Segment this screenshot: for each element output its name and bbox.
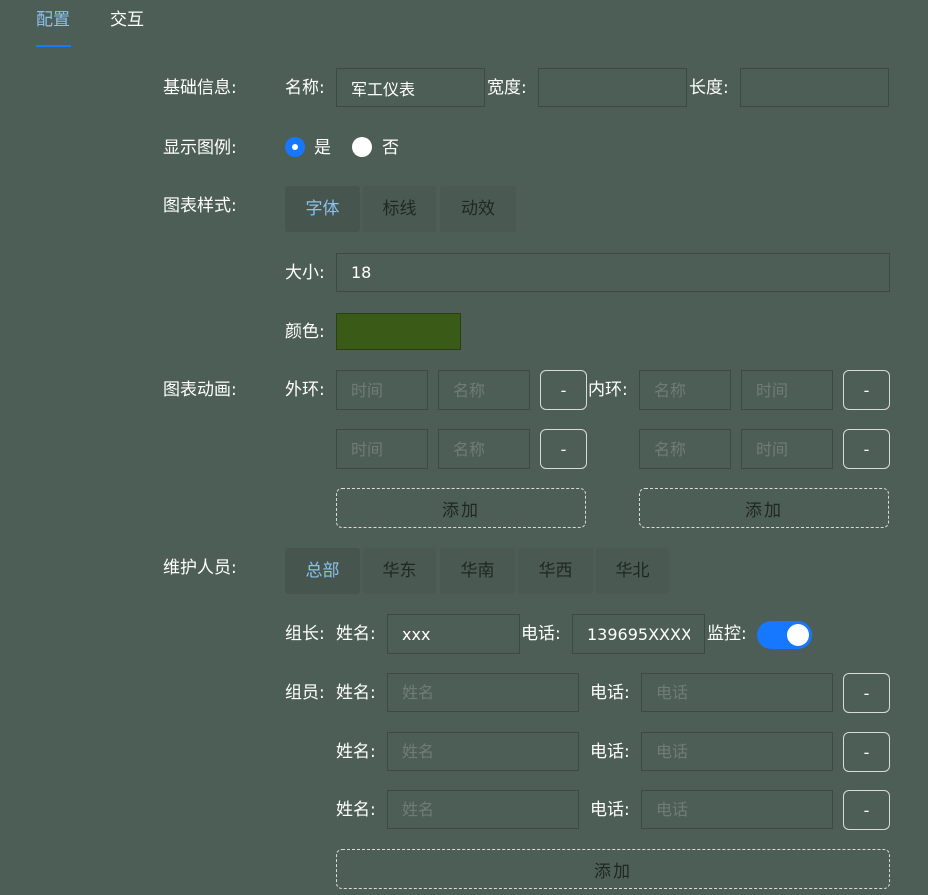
member-name-label: 姓名:	[336, 800, 376, 820]
outer-ring-label: 外环:	[285, 380, 325, 400]
inner-name-input[interactable]	[639, 370, 731, 410]
legend-no-label: 否	[382, 138, 399, 158]
inner-name-input[interactable]	[639, 429, 731, 469]
outer-remove-button[interactable]: -	[540, 429, 587, 469]
inner-remove-button[interactable]: -	[843, 429, 890, 469]
active-tab-indicator	[36, 45, 71, 47]
length-label: 长度:	[689, 78, 729, 98]
region-tab-south[interactable]: 华南	[440, 548, 515, 594]
member-name-label: 姓名:	[336, 683, 376, 703]
toggle-knob	[787, 624, 809, 646]
style-tab-effect[interactable]: 动效	[440, 186, 516, 232]
style-tab-markline[interactable]: 标线	[363, 186, 436, 232]
size-label: 大小:	[285, 263, 325, 283]
leader-label: 组长:	[285, 624, 325, 644]
legend-yes-radio[interactable]	[285, 137, 305, 157]
monitor-label: 监控:	[707, 624, 747, 644]
member-phone-label: 电话:	[590, 800, 630, 820]
leader-name-label: 姓名:	[336, 624, 376, 644]
leader-name-input[interactable]	[387, 614, 520, 654]
region-tab-east[interactable]: 华东	[363, 548, 436, 594]
monitor-toggle[interactable]	[757, 621, 812, 649]
leader-phone-label: 电话:	[521, 624, 561, 644]
basic-info-label: 基础信息:	[163, 78, 237, 98]
outer-time-input[interactable]	[336, 370, 428, 410]
member-phone-input[interactable]	[641, 790, 833, 829]
tab-config[interactable]: 配置	[36, 10, 70, 30]
width-input[interactable]	[538, 68, 687, 107]
member-add-button[interactable]: 添加	[336, 849, 890, 889]
region-tab-hq[interactable]: 总部	[285, 548, 360, 594]
size-input[interactable]	[336, 253, 890, 292]
radio-dot-icon	[292, 144, 298, 150]
member-name-input[interactable]	[387, 790, 579, 829]
name-input[interactable]	[336, 68, 485, 107]
leader-phone-input[interactable]	[572, 614, 705, 654]
outer-add-button[interactable]: 添加	[336, 488, 586, 528]
chart-animation-label: 图表动画:	[163, 380, 237, 400]
member-remove-button[interactable]: -	[843, 732, 890, 772]
inner-time-input[interactable]	[741, 429, 833, 469]
member-phone-label: 电话:	[590, 742, 630, 762]
member-name-input[interactable]	[387, 673, 579, 712]
length-input[interactable]	[740, 68, 889, 107]
inner-time-input[interactable]	[741, 370, 833, 410]
region-tab-west[interactable]: 华西	[518, 548, 593, 594]
member-name-label: 姓名:	[336, 742, 376, 762]
outer-name-input[interactable]	[438, 429, 530, 469]
member-phone-input[interactable]	[641, 673, 833, 712]
member-name-input[interactable]	[387, 732, 579, 771]
outer-time-input[interactable]	[336, 429, 428, 469]
inner-ring-label: 内环:	[588, 380, 628, 400]
member-remove-button[interactable]: -	[843, 673, 890, 713]
outer-name-input[interactable]	[438, 370, 530, 410]
region-tab-north[interactable]: 华北	[596, 548, 669, 594]
width-label: 宽度:	[487, 78, 527, 98]
legend-label: 显示图例:	[163, 138, 237, 158]
member-phone-label: 电话:	[590, 683, 630, 703]
legend-no-radio[interactable]	[352, 137, 372, 157]
inner-remove-button[interactable]: -	[843, 370, 890, 410]
color-picker-swatch[interactable]	[336, 313, 461, 350]
member-remove-button[interactable]: -	[843, 790, 890, 830]
outer-remove-button[interactable]: -	[540, 370, 587, 410]
legend-yes-label: 是	[314, 138, 331, 158]
inner-add-button[interactable]: 添加	[639, 488, 889, 528]
tab-interaction[interactable]: 交互	[110, 10, 144, 30]
member-phone-input[interactable]	[641, 732, 833, 771]
members-label: 组员:	[285, 683, 325, 703]
color-label: 颜色:	[285, 322, 325, 342]
chart-style-label: 图表样式:	[163, 196, 237, 216]
maintainers-label: 维护人员:	[163, 558, 237, 578]
name-label: 名称:	[285, 78, 325, 98]
style-tab-font[interactable]: 字体	[285, 186, 360, 232]
